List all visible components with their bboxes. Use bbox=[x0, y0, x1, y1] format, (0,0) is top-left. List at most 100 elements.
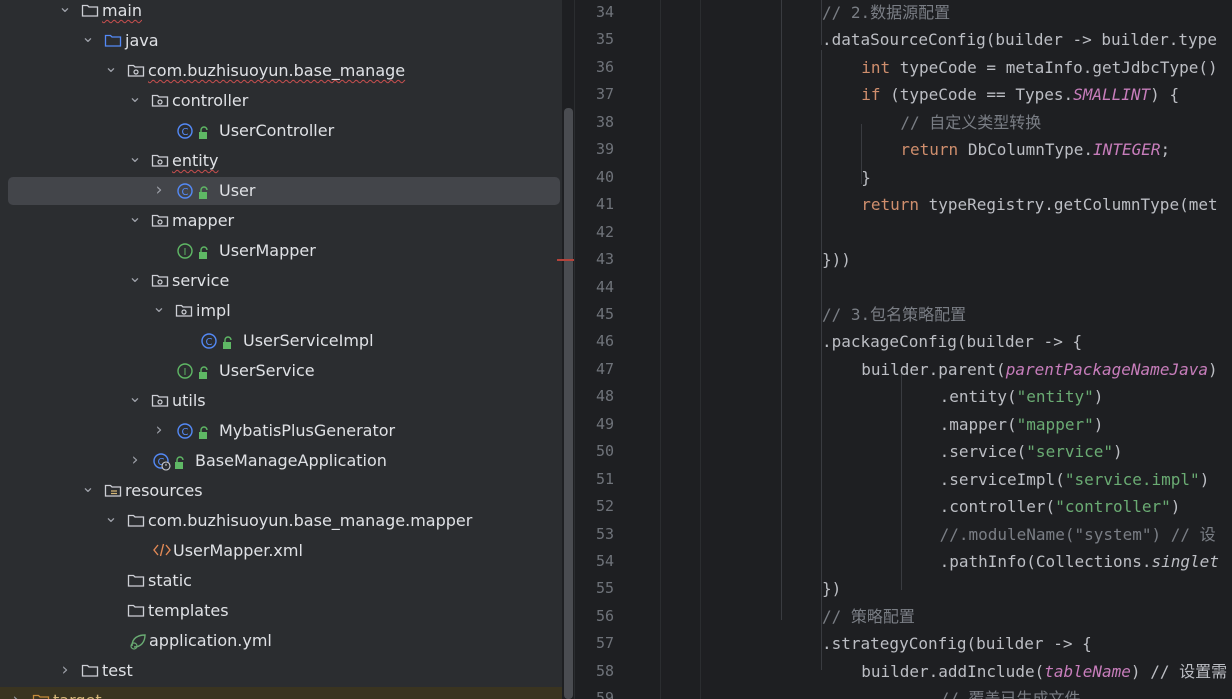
tree-item-impl[interactable]: ⌄ impl bbox=[0, 296, 562, 326]
chevron-down-icon[interactable]: ⌄ bbox=[127, 88, 143, 106]
code-line[interactable]: 59 // 覆盖已生成文件 bbox=[576, 685, 1232, 699]
code-line[interactable]: 51 .serviceImpl("service.impl") bbox=[576, 466, 1232, 493]
project-tree-scrollbar[interactable] bbox=[564, 108, 573, 699]
line-number: 37 bbox=[595, 85, 614, 104]
line-number: 53 bbox=[595, 524, 614, 543]
line-number: 47 bbox=[595, 359, 614, 378]
tree-item-user[interactable]: › C User bbox=[0, 176, 562, 206]
code-line[interactable]: 47 builder.parent(parentPackageNameJava) bbox=[576, 356, 1232, 383]
code-line[interactable]: 55}) bbox=[576, 575, 1232, 602]
tree-item-label: BaseManageApplication bbox=[195, 451, 387, 470]
chevron-down-icon[interactable]: ⌄ bbox=[103, 508, 119, 526]
tree-item-main[interactable]: ⌄ main bbox=[0, 0, 562, 26]
chevron-down-icon[interactable]: ⌄ bbox=[57, 0, 73, 16]
code-text: .mapper("mapper") bbox=[939, 414, 1104, 434]
code-line[interactable]: 39 return DbColumnType.INTEGER; bbox=[576, 136, 1232, 163]
code-line[interactable]: 50 .service("service") bbox=[576, 438, 1232, 465]
tree-item-usermapper[interactable]: I UserMapper bbox=[0, 236, 562, 266]
code-line[interactable]: 48 .entity("entity") bbox=[576, 383, 1232, 410]
chevron-right-icon[interactable]: › bbox=[57, 661, 73, 679]
code-line[interactable]: 58 builder.addInclude(tableName) // 设置需 bbox=[576, 658, 1232, 685]
tree-item-usermapper-xml[interactable]: UserMapper.xml bbox=[0, 536, 562, 566]
tree-item-resources[interactable]: ⌄ resources bbox=[0, 476, 562, 506]
chevron-down-icon[interactable]: ⌄ bbox=[127, 388, 143, 406]
class-icon: C bbox=[177, 122, 195, 140]
project-tree-panel[interactable]: ⌄ main ⌄ java ⌄ com.buzhisuoyun.base_manage ⌄ c… bbox=[0, 0, 562, 699]
tree-item-label: impl bbox=[196, 301, 231, 320]
tree-item-target[interactable]: › target bbox=[0, 686, 562, 699]
line-number: 57 bbox=[595, 634, 614, 653]
code-line[interactable]: 43})) bbox=[576, 246, 1232, 273]
code-line[interactable]: 36 int typeCode = metaInfo.getJdbcType() bbox=[576, 54, 1232, 81]
line-number: 43 bbox=[595, 250, 614, 269]
chevron-right-icon[interactable]: › bbox=[127, 451, 143, 469]
chevron-down-icon[interactable]: ⌄ bbox=[127, 268, 143, 286]
code-line[interactable]: 38 // 自定义类型转换 bbox=[576, 109, 1232, 136]
chevron-right-icon[interactable]: › bbox=[151, 181, 167, 199]
tree-item-userserviceimpl[interactable]: C UserServiceImpl bbox=[0, 326, 562, 356]
tree-item-userservice[interactable]: I UserService bbox=[0, 356, 562, 386]
code-line[interactable]: 49 .mapper("mapper") bbox=[576, 411, 1232, 438]
code-line[interactable]: 34 // 2.数据源配置 bbox=[576, 0, 1232, 26]
panel-divider[interactable] bbox=[574, 0, 575, 699]
tree-item-utils[interactable]: ⌄ utils bbox=[0, 386, 562, 416]
tree-item-service[interactable]: ⌄ service bbox=[0, 266, 562, 296]
package-icon bbox=[151, 212, 169, 230]
code-line[interactable]: 45 // 3.包名策略配置 bbox=[576, 301, 1232, 328]
package-icon bbox=[151, 92, 169, 110]
code-line[interactable]: 41 return typeRegistry.getColumnType(met bbox=[576, 191, 1232, 218]
access-modifier-icon bbox=[222, 335, 236, 349]
code-line[interactable]: 54 .pathInfo(Collections.singlet bbox=[576, 548, 1232, 575]
tree-item-templates[interactable]: templates bbox=[0, 596, 562, 626]
tree-item-com-buzhisuoyun-base-manage[interactable]: ⌄ com.buzhisuoyun.base_manage bbox=[0, 56, 562, 86]
tree-item-label: UserServiceImpl bbox=[243, 331, 374, 350]
line-number: 51 bbox=[595, 469, 614, 488]
chevron-down-icon[interactable]: ⌄ bbox=[151, 298, 167, 316]
code-text: return typeRegistry.getColumnType(met bbox=[861, 195, 1218, 215]
chevron-down-icon[interactable]: ⌄ bbox=[127, 148, 143, 166]
chevron-down-icon[interactable]: ⌄ bbox=[127, 208, 143, 226]
tree-item-application-yml[interactable]: application.yml bbox=[0, 626, 562, 656]
tree-item-label: test bbox=[102, 661, 133, 680]
tree-item-test[interactable]: › test bbox=[0, 656, 562, 686]
code-line[interactable]: 56 // 策略配置 bbox=[576, 603, 1232, 630]
tree-item-label: entity bbox=[172, 151, 219, 170]
code-line[interactable]: 37 if (typeCode == Types.SMALLINT) { bbox=[576, 81, 1232, 108]
chevron-down-icon[interactable]: ⌄ bbox=[80, 478, 96, 496]
code-line[interactable]: 35 .dataSourceConfig(builder -> builder.t… bbox=[576, 26, 1232, 53]
svg-text:C: C bbox=[206, 337, 213, 348]
chevron-right-icon[interactable]: › bbox=[151, 421, 167, 439]
line-number: 41 bbox=[595, 195, 614, 214]
tree-item-usercontroller[interactable]: C UserController bbox=[0, 116, 562, 146]
chevron-down-icon[interactable]: ⌄ bbox=[103, 58, 119, 76]
access-modifier-icon bbox=[174, 455, 188, 469]
tree-item-mapper[interactable]: ⌄ mapper bbox=[0, 206, 562, 236]
tree-item-basemanageapplication[interactable]: › C BaseManageApplication bbox=[0, 446, 562, 476]
code-line[interactable]: 52 .controller("controller") bbox=[576, 493, 1232, 520]
access-modifier-icon bbox=[198, 185, 212, 199]
code-line[interactable]: 40} bbox=[576, 164, 1232, 191]
code-text: .dataSourceConfig(builder -> builder.typ… bbox=[822, 30, 1217, 50]
line-number: 50 bbox=[595, 442, 614, 461]
folder-icon bbox=[127, 512, 145, 530]
tree-item-controller[interactable]: ⌄ controller bbox=[0, 86, 562, 116]
tree-item-com-buzhisuoyun-base-manage-mapper[interactable]: ⌄ com.buzhisuoyun.base_manage.mapper bbox=[0, 506, 562, 536]
tree-item-mybatisplusgenerator[interactable]: › C MybatisPlusGenerator bbox=[0, 416, 562, 446]
tree-item-label: target bbox=[53, 691, 102, 699]
code-line[interactable]: 44 bbox=[576, 274, 1232, 301]
tree-item-static[interactable]: static bbox=[0, 566, 562, 596]
code-text: } bbox=[861, 167, 871, 187]
tree-item-label: UserService bbox=[219, 361, 315, 380]
error-stripe-marker[interactable] bbox=[557, 259, 575, 261]
package-icon bbox=[175, 302, 193, 320]
code-line[interactable]: 46 .packageConfig(builder -> { bbox=[576, 328, 1232, 355]
code-line[interactable]: 53 //.moduleName("system") // 设 bbox=[576, 521, 1232, 548]
chevron-right-icon[interactable]: › bbox=[8, 691, 24, 699]
tree-item-java[interactable]: ⌄ java bbox=[0, 26, 562, 56]
chevron-down-icon[interactable]: ⌄ bbox=[80, 28, 96, 46]
code-line[interactable]: 57 .strategyConfig(builder -> { bbox=[576, 630, 1232, 657]
code-editor[interactable]: 34 // 2.数据源配置 35 .dataSourceConfig(builder … bbox=[576, 0, 1232, 699]
tree-item-entity[interactable]: ⌄ entity bbox=[0, 146, 562, 176]
code-line[interactable]: 42 bbox=[576, 219, 1232, 246]
code-text: .service("service") bbox=[939, 442, 1123, 462]
